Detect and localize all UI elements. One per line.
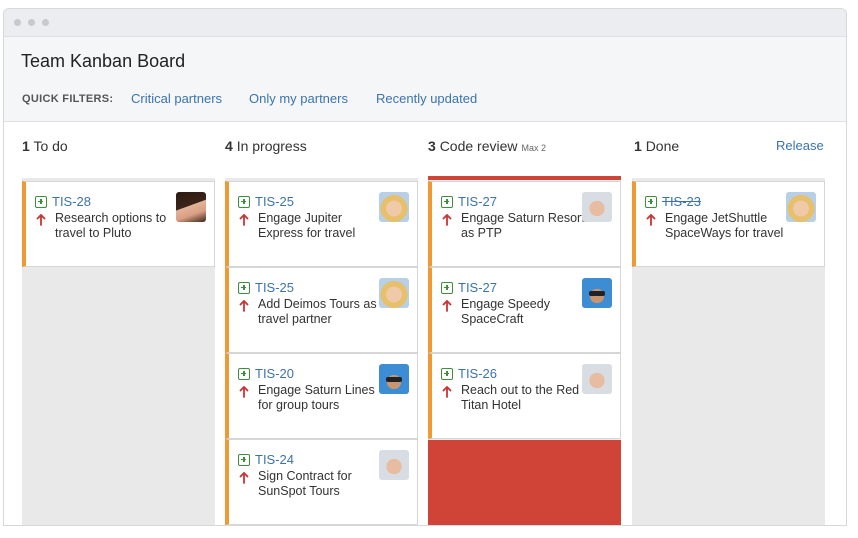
column-limit-exceeded-area [428,440,621,526]
column-name: In progress [236,138,307,154]
sunglasses-icon [386,377,402,382]
issue-card[interactable]: TIS-28 Research options to travel to Plut… [22,181,215,267]
issue-key-link[interactable]: TIS-20 [255,366,294,381]
issue-summary: Engage Jupiter Express for travel [258,211,356,240]
issue-key-row: TIS-26 [441,366,497,381]
issue-key-row: TIS-25 [238,194,294,209]
column-header-done: 1 Done [634,138,679,154]
column-name: Done [645,138,680,154]
issue-key-row: TIS-23 [645,194,701,209]
issue-key-link[interactable]: TIS-23 [662,194,701,209]
assignee-avatar[interactable] [582,192,612,222]
column-name: To do [33,138,68,154]
priority-arrow-up-icon [442,214,452,226]
board-header: Team Kanban Board QUICK FILTERS: Critica… [4,37,846,122]
issue-key-link[interactable]: TIS-27 [458,280,497,295]
issue-summary: Engage Saturn Lines for group tours [258,383,375,412]
issue-key-link[interactable]: TIS-25 [255,194,294,209]
filter-only-my-partners[interactable]: Only my partners [249,91,348,106]
issue-summary: Engage Saturn Resort as PTP [461,211,585,240]
assignee-avatar[interactable] [176,192,206,222]
column-header-code-review: 3 Code review Max 2 [428,138,546,154]
priority-arrow-up-icon [239,386,249,398]
story-icon [238,367,250,380]
issue-summary: Sign Contract for SunSpot Tours [258,469,352,498]
story-icon [441,281,453,294]
column-limit-exceeded-bar [428,176,621,180]
issue-summary: Engage JetShuttle SpaceWays for travel [665,211,784,240]
issue-card[interactable]: TIS-20 Engage Saturn Lines for group tour… [225,353,418,439]
assignee-avatar[interactable] [582,364,612,394]
release-link[interactable]: Release [776,138,824,153]
priority-arrow-up-icon [36,214,46,226]
quick-filters-label: QUICK FILTERS: [22,93,114,105]
issue-card[interactable]: TIS-27 Engage Speedy SpaceCraft [428,267,621,353]
filter-recently-updated[interactable]: Recently updated [376,91,477,106]
column-count: 4 [225,138,233,154]
window-dot-icon [28,19,35,26]
issue-summary: Reach out to the Red Titan Hotel [461,383,580,412]
window-dot-icon [42,19,49,26]
assignee-avatar[interactable] [379,450,409,480]
story-icon [238,453,250,466]
priority-arrow-up-icon [239,214,249,226]
sunglasses-icon [589,291,605,296]
assignee-avatar[interactable] [379,278,409,308]
column-count: 1 [634,138,642,154]
priority-arrow-up-icon [646,214,656,226]
issue-key-row: TIS-28 [35,194,91,209]
issue-card[interactable]: TIS-26 Reach out to the Red Titan Hotel [428,353,621,439]
story-icon [441,367,453,380]
priority-arrow-up-icon [239,472,249,484]
column-header-in-progress: 4 In progress [225,138,307,154]
column-count: 3 [428,138,436,154]
issue-key-link[interactable]: TIS-24 [255,452,294,467]
issue-summary: Add Deimos Tours as a travel partner [258,297,387,326]
issue-key-link[interactable]: TIS-25 [255,280,294,295]
story-icon [238,195,250,208]
issue-key-link[interactable]: TIS-27 [458,194,497,209]
issue-key-link[interactable]: TIS-28 [52,194,91,209]
window-bottom-border [3,525,847,526]
issue-key-row: TIS-27 [441,280,497,295]
priority-arrow-up-icon [442,386,452,398]
issue-key-row: TIS-25 [238,280,294,295]
column-name: Code review [439,138,518,154]
priority-arrow-up-icon [442,300,452,312]
column-count: 1 [22,138,30,154]
issue-summary: Engage Speedy SpaceCraft [461,297,550,326]
issue-card[interactable]: TIS-25 Add Deimos Tours as a travel partn… [225,267,418,353]
issue-card[interactable]: TIS-23 Engage JetShuttle SpaceWays for tr… [632,181,825,267]
issue-card[interactable]: TIS-25 Engage Jupiter Express for travel [225,181,418,267]
assignee-avatar[interactable] [379,192,409,222]
issue-card[interactable]: TIS-24 Sign Contract for SunSpot Tours [225,439,418,525]
story-icon [441,195,453,208]
column-max-limit: Max 2 [521,143,547,153]
story-icon [35,195,47,208]
issue-key-row: TIS-24 [238,452,294,467]
assignee-avatar[interactable] [786,192,816,222]
filter-critical-partners[interactable]: Critical partners [131,91,222,106]
priority-arrow-up-icon [239,300,249,312]
issue-key-row: TIS-20 [238,366,294,381]
story-icon [238,281,250,294]
page-title: Team Kanban Board [21,51,186,71]
assignee-avatar[interactable] [379,364,409,394]
issue-card[interactable]: TIS-27 Engage Saturn Resort as PTP [428,181,621,267]
column-header-todo: 1 To do [22,138,68,154]
story-icon [645,195,657,208]
window-dot-icon [14,19,21,26]
issue-key-row: TIS-27 [441,194,497,209]
issue-key-link[interactable]: TIS-26 [458,366,497,381]
issue-summary: Research options to travel to Pluto [55,211,167,240]
window-titlebar [4,9,846,37]
assignee-avatar[interactable] [582,278,612,308]
